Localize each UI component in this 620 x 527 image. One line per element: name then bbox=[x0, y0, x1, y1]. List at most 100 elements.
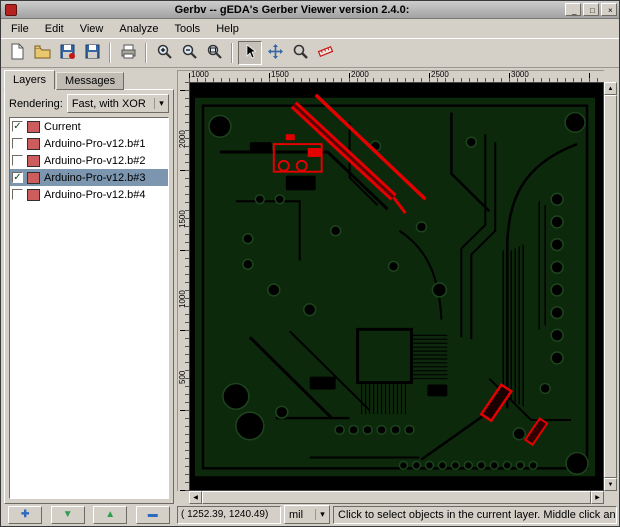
pointer-tool-icon bbox=[242, 43, 259, 63]
window-title: Gerbv -- gEDA's Gerber Viewer version 2.… bbox=[174, 3, 410, 16]
ruler-label: 2500 bbox=[431, 70, 449, 79]
layers-panel: Rendering: Fast, with XOR ▾ ✓ Current Ar… bbox=[4, 89, 174, 504]
measure-tool-button[interactable] bbox=[313, 41, 337, 65]
scrollbar-corner bbox=[177, 491, 189, 504]
layer-row[interactable]: Arduino-Pro-v12.b#1 bbox=[10, 135, 168, 152]
layer-color-swatch[interactable] bbox=[27, 188, 40, 201]
rendering-combo[interactable]: Fast, with XOR ▾ bbox=[66, 94, 169, 113]
ruler-corner bbox=[177, 70, 189, 82]
tab-messages[interactable]: Messages bbox=[56, 72, 125, 90]
pan-tool-icon bbox=[267, 43, 284, 63]
titlebar[interactable]: Gerbv -- gEDA's Gerber Viewer version 2.… bbox=[1, 1, 619, 19]
canvas-area: 1000 1500 2000 2500 3000 2000 1500 1000 … bbox=[177, 70, 617, 504]
layer-row[interactable]: Arduino-Pro-v12.b#2 bbox=[10, 152, 168, 169]
measure-tool-icon bbox=[317, 43, 334, 63]
toolbar-separator bbox=[109, 43, 111, 63]
horizontal-ruler: 1000 1500 2000 2500 3000 bbox=[189, 70, 604, 82]
menu-view[interactable]: View bbox=[72, 21, 112, 37]
pcb-canvas[interactable] bbox=[189, 82, 604, 491]
status-hint: Click to select objects in the current l… bbox=[333, 505, 617, 524]
layer-row-current[interactable]: ✓ Current bbox=[10, 118, 168, 135]
horizontal-scrollbar[interactable]: ◀ ▶ bbox=[189, 491, 604, 504]
layer-visibility-checkbox[interactable]: ✓ bbox=[12, 172, 23, 183]
print-button[interactable] bbox=[116, 41, 140, 65]
zoom-out-button[interactable] bbox=[177, 41, 201, 65]
menu-analyze[interactable]: Analyze bbox=[111, 21, 166, 37]
layer-name: Arduino-Pro-v12.b#3 bbox=[44, 171, 146, 184]
menu-edit[interactable]: Edit bbox=[37, 21, 72, 37]
units-value: mil bbox=[289, 508, 304, 521]
save-layer-button[interactable] bbox=[55, 41, 79, 65]
zoom-fit-button[interactable] bbox=[202, 41, 226, 65]
rendering-row: Rendering: Fast, with XOR ▾ bbox=[9, 94, 169, 113]
zoom-in-icon bbox=[156, 43, 173, 63]
print-icon bbox=[120, 43, 137, 63]
new-file-icon bbox=[9, 43, 26, 63]
layer-color-swatch[interactable] bbox=[27, 137, 40, 150]
layer-visibility-checkbox[interactable]: ✓ bbox=[12, 121, 23, 132]
scroll-left-icon[interactable]: ◀ bbox=[189, 491, 202, 504]
remove-layer-button[interactable]: ▬ bbox=[135, 505, 170, 524]
new-file-button[interactable] bbox=[5, 41, 29, 65]
vertical-ruler: 2000 1500 1000 500 bbox=[177, 82, 189, 491]
gerbv-app-icon bbox=[5, 3, 17, 16]
zoom-out-icon bbox=[181, 43, 198, 63]
statusbar: ✚ ▼ ▲ ▬ ( 1252.39, 1240.49) mil ▾ Click … bbox=[1, 504, 619, 526]
layer-name: Current bbox=[44, 120, 81, 133]
zoom-in-button[interactable] bbox=[152, 41, 176, 65]
open-file-button[interactable] bbox=[30, 41, 54, 65]
layer-list: ✓ Current Arduino-Pro-v12.b#1 Arduino-Pr… bbox=[9, 117, 169, 499]
layer-color-swatch[interactable] bbox=[27, 171, 40, 184]
scroll-right-icon[interactable]: ▶ bbox=[591, 491, 604, 504]
ruler-label: 2000 bbox=[178, 130, 187, 148]
toolbar-separator bbox=[231, 43, 233, 63]
sidebar-tabs: Layers Messages bbox=[4, 70, 174, 90]
move-layer-down-button[interactable]: ▼ bbox=[50, 505, 85, 524]
ruler-label: 1000 bbox=[178, 290, 187, 308]
open-folder-icon bbox=[34, 43, 51, 63]
add-layer-button[interactable]: ✚ bbox=[8, 505, 43, 524]
layer-row-selected[interactable]: ✓ Arduino-Pro-v12.b#3 bbox=[10, 169, 168, 186]
menu-tools[interactable]: Tools bbox=[167, 21, 209, 37]
coordinate-display: ( 1252.39, 1240.49) bbox=[177, 505, 281, 524]
scroll-up-icon[interactable]: ▲ bbox=[604, 82, 617, 95]
ruler-label: 2000 bbox=[351, 70, 369, 79]
zoom-tool-button[interactable] bbox=[288, 41, 312, 65]
horizontal-scrollbar-thumb[interactable] bbox=[202, 491, 591, 504]
gerbv-window: Gerbv -- gEDA's Gerber Viewer version 2.… bbox=[0, 0, 620, 527]
save-as-icon bbox=[84, 43, 101, 63]
toolbar bbox=[1, 38, 619, 68]
units-combo[interactable]: mil ▾ bbox=[284, 505, 330, 524]
scrollbar-corner bbox=[604, 70, 617, 82]
save-as-button[interactable] bbox=[80, 41, 104, 65]
maximize-button[interactable]: □ bbox=[583, 3, 599, 16]
close-button[interactable]: × bbox=[601, 3, 617, 16]
menu-help[interactable]: Help bbox=[208, 21, 247, 37]
ruler-label: 1500 bbox=[271, 70, 289, 79]
move-layer-up-button[interactable]: ▲ bbox=[93, 505, 128, 524]
layer-color-swatch[interactable] bbox=[27, 154, 40, 167]
zoom-fit-icon bbox=[206, 43, 223, 63]
save-icon bbox=[59, 43, 76, 63]
ruler-label: 500 bbox=[178, 370, 187, 384]
menu-file[interactable]: File bbox=[3, 21, 37, 37]
scroll-down-icon[interactable]: ▼ bbox=[604, 478, 617, 491]
pointer-tool-button[interactable] bbox=[238, 41, 262, 65]
layer-visibility-checkbox[interactable] bbox=[12, 155, 23, 166]
vertical-scrollbar[interactable]: ▲ ▼ bbox=[604, 82, 617, 491]
pcb-render bbox=[190, 83, 603, 490]
ruler-label: 1000 bbox=[191, 70, 209, 79]
layer-row[interactable]: Arduino-Pro-v12.b#4 bbox=[10, 186, 168, 203]
layer-color-swatch[interactable] bbox=[27, 120, 40, 133]
zoom-tool-icon bbox=[292, 43, 309, 63]
minimize-button[interactable]: _ bbox=[565, 3, 581, 16]
tab-layers[interactable]: Layers bbox=[4, 70, 56, 90]
layer-visibility-checkbox[interactable] bbox=[12, 138, 23, 149]
ruler-label: 3000 bbox=[511, 70, 529, 79]
vertical-scrollbar-thumb[interactable] bbox=[604, 95, 617, 478]
ruler-label: 1500 bbox=[178, 210, 187, 228]
chevron-down-icon: ▾ bbox=[315, 509, 329, 520]
chevron-down-icon: ▾ bbox=[154, 98, 168, 109]
layer-visibility-checkbox[interactable] bbox=[12, 189, 23, 200]
pan-tool-button[interactable] bbox=[263, 41, 287, 65]
